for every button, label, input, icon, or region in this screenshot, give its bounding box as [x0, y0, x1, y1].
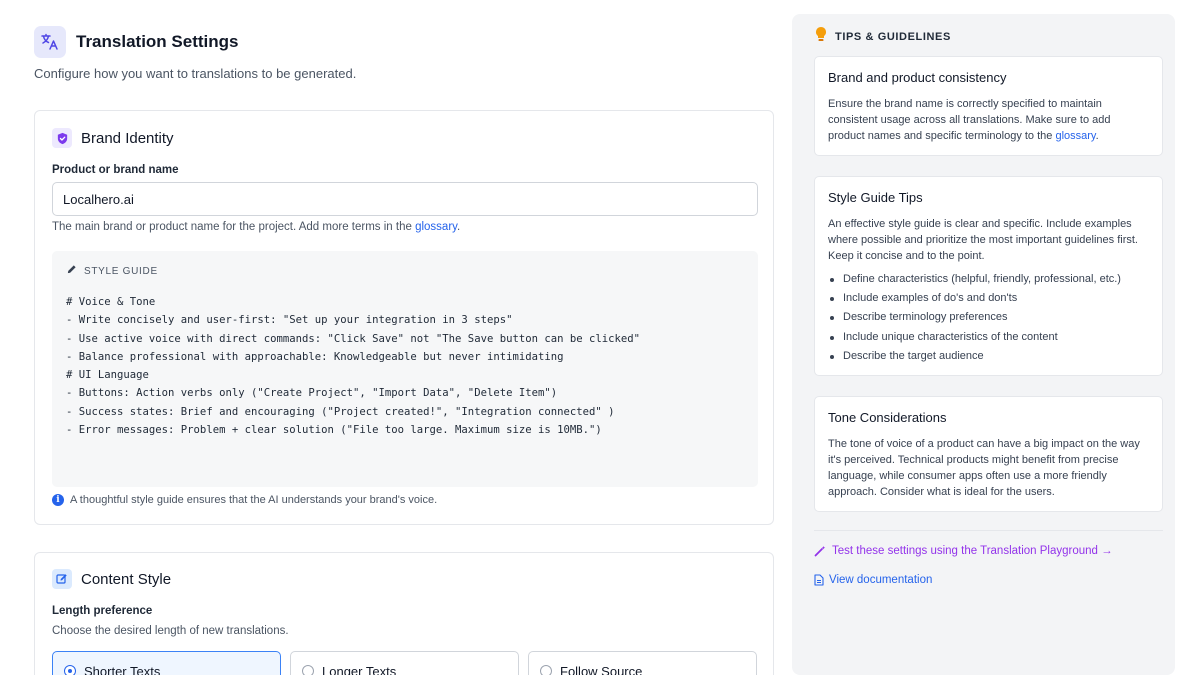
tips-header: TIPS & GUIDELINES — [814, 26, 951, 47]
edit-icon — [52, 569, 72, 589]
page-header: Translation Settings — [34, 26, 238, 58]
style-guide-info-text: A thoughtful style guide ensures that th… — [70, 494, 438, 506]
product-name-input[interactable] — [52, 182, 758, 216]
brand-identity-card: Brand Identity Product or brand name The… — [34, 110, 774, 525]
style-guide-header: STYLE GUIDE — [66, 262, 158, 280]
style-guide-line: # UI Language — [66, 369, 149, 382]
tip-list-item: Describe terminology preferences — [828, 308, 1149, 327]
tip-list-item: Describe the target audience — [828, 347, 1149, 366]
style-guide-line: - Write concisely and user-first: "Set u… — [66, 314, 513, 327]
main-panel: Translation Settings Configure how you w… — [34, 0, 774, 675]
product-name-help: The main brand or product name for the p… — [52, 221, 460, 233]
info-icon: i — [52, 494, 64, 506]
option-label: Longer Texts — [322, 664, 397, 675]
tip-title: Tone Considerations — [828, 410, 947, 425]
style-guide-line: - Buttons: Action verbs only ("Create Pr… — [66, 387, 558, 400]
help-tail: . — [457, 221, 461, 233]
tip-body: An effective style guide is clear and sp… — [828, 218, 1138, 262]
pencil-icon — [66, 262, 77, 280]
tip-body: The tone of voice of a product can have … — [828, 438, 1140, 498]
documentation-link[interactable]: View documentation — [814, 574, 932, 586]
style-guide-text[interactable]: # Voice & Tone - Write concisely and use… — [66, 293, 640, 439]
option-label: Shorter Texts — [84, 664, 161, 675]
tip-glossary-link[interactable]: glossary — [1055, 130, 1095, 142]
brand-identity-title: Brand Identity — [81, 129, 174, 147]
content-style-title: Content Style — [81, 570, 172, 588]
tip-tone-considerations: Tone Considerations The tone of voice of… — [814, 396, 1163, 512]
playground-link[interactable]: Test these settings using the Translatio… — [814, 545, 1113, 557]
tips-sidebar: TIPS & GUIDELINES Brand and product cons… — [792, 14, 1175, 675]
wand-icon — [814, 545, 826, 557]
content-style-header: Content Style — [52, 569, 171, 589]
tip-body: Ensure the brand name is correctly speci… — [828, 96, 1149, 144]
length-preference-label: Length preference — [52, 605, 153, 617]
brand-identity-header: Brand Identity — [52, 128, 174, 148]
document-icon — [814, 574, 824, 586]
style-guide-info: i A thoughtful style guide ensures that … — [52, 494, 437, 506]
radio-icon[interactable] — [64, 665, 76, 675]
option-follow-source[interactable]: Follow Source — [528, 651, 757, 675]
documentation-link-text[interactable]: View documentation — [829, 574, 932, 586]
product-name-label: Product or brand name — [52, 164, 179, 176]
style-guide-line: - Use active voice with direct commands:… — [66, 332, 641, 345]
radio-icon[interactable] — [302, 665, 314, 675]
tip-brand-consistency: Brand and product consistency Ensure the… — [814, 56, 1163, 156]
tip-body-tail: . — [1095, 130, 1099, 142]
content-style-card: Content Style Length preference Choose t… — [34, 552, 774, 675]
tip-list: Define characteristics (helpful, friendl… — [828, 270, 1149, 366]
tip-style-guide: Style Guide Tips An effective style guid… — [814, 176, 1163, 376]
style-guide-editor[interactable]: STYLE GUIDE # Voice & Tone - Write conci… — [52, 251, 758, 487]
radio-icon[interactable] — [540, 665, 552, 675]
tip-list-item: Include unique characteristics of the co… — [828, 328, 1149, 347]
option-shorter-texts[interactable]: Shorter Texts — [52, 651, 281, 675]
option-label: Follow Source — [560, 664, 643, 675]
option-longer-texts[interactable]: Longer Texts — [290, 651, 519, 675]
tip-title: Style Guide Tips — [828, 190, 923, 205]
tip-list-item: Include examples of do's and don'ts — [828, 289, 1149, 308]
playground-link-text[interactable]: Test these settings using the Translatio… — [832, 545, 1113, 557]
sidebar-divider — [814, 530, 1163, 531]
page-subtitle: Configure how you want to translations t… — [34, 66, 357, 81]
translate-icon — [34, 26, 66, 58]
length-preference-help: Choose the desired length of new transla… — [52, 625, 289, 637]
tip-title: Brand and product consistency — [828, 70, 1007, 85]
style-guide-label: STYLE GUIDE — [84, 265, 158, 277]
product-name-help-text: The main brand or product name for the p… — [52, 221, 412, 233]
style-guide-line: - Error messages: Problem + clear soluti… — [66, 424, 602, 437]
shield-icon — [52, 128, 72, 148]
lightbulb-icon — [814, 26, 828, 47]
tip-list-item: Define characteristics (helpful, friendl… — [828, 270, 1149, 289]
tips-title: TIPS & GUIDELINES — [835, 30, 951, 43]
length-options: Shorter Texts Longer Texts Follow Source — [52, 651, 766, 675]
glossary-link[interactable]: glossary — [415, 221, 457, 233]
page-title: Translation Settings — [76, 32, 239, 51]
style-guide-line: # Voice & Tone — [66, 296, 156, 308]
style-guide-line: - Balance professional with approachable… — [66, 350, 564, 363]
style-guide-line: - Success states: Brief and encouraging … — [66, 405, 615, 418]
